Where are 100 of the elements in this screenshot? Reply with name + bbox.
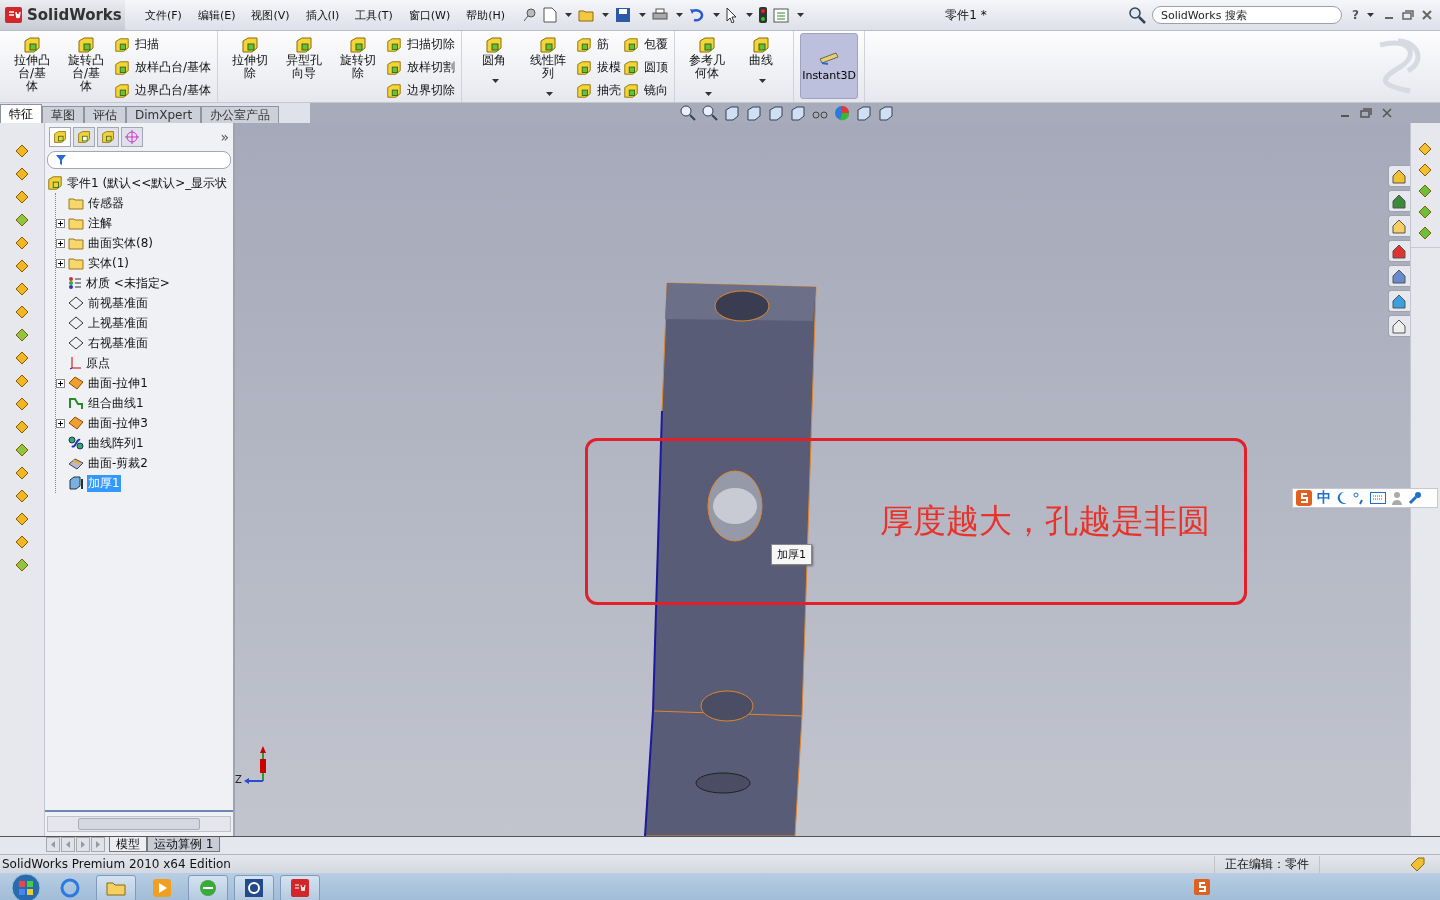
tool-icon[interactable] xyxy=(14,327,30,343)
menu-item[interactable]: 工具(T) xyxy=(347,7,401,23)
save-icon[interactable] xyxy=(615,7,632,23)
caret-icon[interactable] xyxy=(545,92,553,96)
tool-icon[interactable] xyxy=(14,396,30,412)
menu-item[interactable]: 编辑(E) xyxy=(189,7,244,23)
tool-icon[interactable] xyxy=(1417,183,1434,199)
command-button[interactable]: 旋转凸台/基体 xyxy=(60,33,112,94)
zoom-icon[interactable] xyxy=(702,105,718,121)
tree-item[interactable]: 曲面实体(8) xyxy=(87,234,154,252)
collapse-button[interactable]: » xyxy=(220,129,229,145)
caret-icon[interactable] xyxy=(676,13,684,17)
filter-field[interactable] xyxy=(47,151,231,169)
command-button[interactable]: 旋转切除 xyxy=(332,33,385,81)
instant3d-button[interactable]: Instant3D xyxy=(800,33,859,99)
input-method-icon[interactable] xyxy=(1296,490,1312,506)
tool-icon[interactable] xyxy=(14,235,30,251)
tree-item[interactable]: 前视基准面 xyxy=(87,294,149,312)
close-icon[interactable] xyxy=(1382,108,1392,118)
tool-icon[interactable] xyxy=(14,258,30,274)
restore-icon[interactable] xyxy=(1360,108,1372,118)
tool-icon[interactable] xyxy=(14,534,30,550)
command-button[interactable]: 参考几何体 xyxy=(681,33,734,100)
command-button[interactable]: 包覆 xyxy=(623,35,669,54)
restore-icon[interactable] xyxy=(1402,10,1414,20)
horizontal-scrollbar[interactable] xyxy=(47,816,231,832)
tree-item[interactable]: 右视基准面 xyxy=(87,334,149,352)
command-button[interactable]: 筋 xyxy=(576,35,622,54)
panel-tab[interactable] xyxy=(73,127,95,147)
help-button[interactable]: ? xyxy=(1352,8,1359,22)
command-button[interactable]: 拉伸凸台/基体 xyxy=(6,33,58,94)
new-document-icon[interactable] xyxy=(543,7,558,23)
panel-tab[interactable] xyxy=(97,127,119,147)
tree-item[interactable]: 组合曲线1 xyxy=(87,394,145,412)
expand-toggle[interactable] xyxy=(56,378,65,388)
close-icon[interactable] xyxy=(1422,10,1432,20)
command-button[interactable]: 拉伸切除 xyxy=(224,33,277,81)
tool-icon[interactable] xyxy=(14,557,30,573)
tool-icon[interactable] xyxy=(14,419,30,435)
wrench-icon[interactable] xyxy=(1408,491,1422,505)
command-button[interactable]: 异型孔向导 xyxy=(278,33,331,81)
input-mode-button[interactable]: 中 xyxy=(1317,489,1331,507)
tool-icon[interactable] xyxy=(14,304,30,320)
command-button[interactable]: 圆顶 xyxy=(623,58,669,77)
cube-icon[interactable] xyxy=(790,105,806,121)
caret-icon[interactable] xyxy=(758,79,766,83)
command-button[interactable]: 放样凸台/基体 xyxy=(114,58,212,77)
keyboard-icon[interactable] xyxy=(1370,492,1386,504)
command-button[interactable]: 扫描 xyxy=(114,35,212,54)
tool-icon[interactable] xyxy=(14,212,30,228)
command-button[interactable]: 镜向 xyxy=(623,81,669,100)
command-button[interactable]: 圆角 xyxy=(468,33,521,87)
command-button[interactable]: 边界切除 xyxy=(386,81,456,100)
options-icon[interactable] xyxy=(773,7,790,23)
tool-icon[interactable] xyxy=(14,143,30,159)
tree-item[interactable]: 曲面-拉伸1 xyxy=(87,374,149,392)
expand-toggle[interactable] xyxy=(56,418,65,428)
caret-icon[interactable] xyxy=(639,13,647,17)
menu-item[interactable]: 窗口(W) xyxy=(400,7,459,23)
expand-toggle[interactable] xyxy=(56,218,65,228)
tab[interactable]: 草图 xyxy=(42,106,84,123)
command-button[interactable]: 扫描切除 xyxy=(386,35,456,54)
tool-icon[interactable] xyxy=(14,350,30,366)
caret-icon[interactable] xyxy=(565,13,573,17)
house-icon[interactable] xyxy=(1387,165,1410,187)
tool-icon[interactable] xyxy=(1417,141,1434,157)
menu-item[interactable]: 视图(V) xyxy=(243,7,298,23)
menu-item[interactable]: 插入(I) xyxy=(297,7,348,23)
command-button[interactable]: 曲线 xyxy=(735,33,788,87)
tab[interactable]: 特征 xyxy=(0,104,42,123)
tree-item[interactable]: 曲面-剪裁2 xyxy=(87,454,149,472)
print-icon[interactable] xyxy=(652,8,669,22)
command-button[interactable]: 边界凸台/基体 xyxy=(114,81,212,100)
tree-item[interactable]: 曲面-拉伸3 xyxy=(87,414,149,432)
tab[interactable]: 评估 xyxy=(84,106,126,123)
punctuation-icon[interactable] xyxy=(1353,491,1365,505)
logo-icon[interactable] xyxy=(280,874,320,900)
caret-icon[interactable] xyxy=(602,13,610,17)
caret-icon[interactable] xyxy=(1367,13,1374,17)
tool-icon[interactable] xyxy=(14,465,30,481)
command-button[interactable]: 线性阵列 xyxy=(522,33,575,100)
tool-icon[interactable] xyxy=(14,442,30,458)
tab[interactable]: 办公室产品 xyxy=(201,106,280,123)
cursor-icon[interactable] xyxy=(726,7,739,23)
input-method-icon[interactable] xyxy=(1194,878,1210,895)
start-button[interactable] xyxy=(8,873,44,900)
tool-icon[interactable] xyxy=(14,373,30,389)
undo-icon[interactable] xyxy=(689,8,706,22)
search-field[interactable]: SolidWorks 搜索 xyxy=(1152,6,1343,24)
tool-icon[interactable] xyxy=(14,281,30,297)
pin-icon[interactable] xyxy=(523,8,538,22)
tool-icon[interactable] xyxy=(14,166,30,182)
tree-item[interactable]: 注解 xyxy=(87,214,113,232)
cube-icon[interactable] xyxy=(768,105,784,121)
command-button[interactable]: 放样切割 xyxy=(386,58,456,77)
panel-tab[interactable] xyxy=(49,127,71,147)
tab[interactable]: 模型 xyxy=(109,837,147,852)
tree-item[interactable]: 上视基准面 xyxy=(87,314,149,332)
caret-icon[interactable] xyxy=(704,92,712,96)
tab[interactable]: DimXpert xyxy=(126,106,202,123)
